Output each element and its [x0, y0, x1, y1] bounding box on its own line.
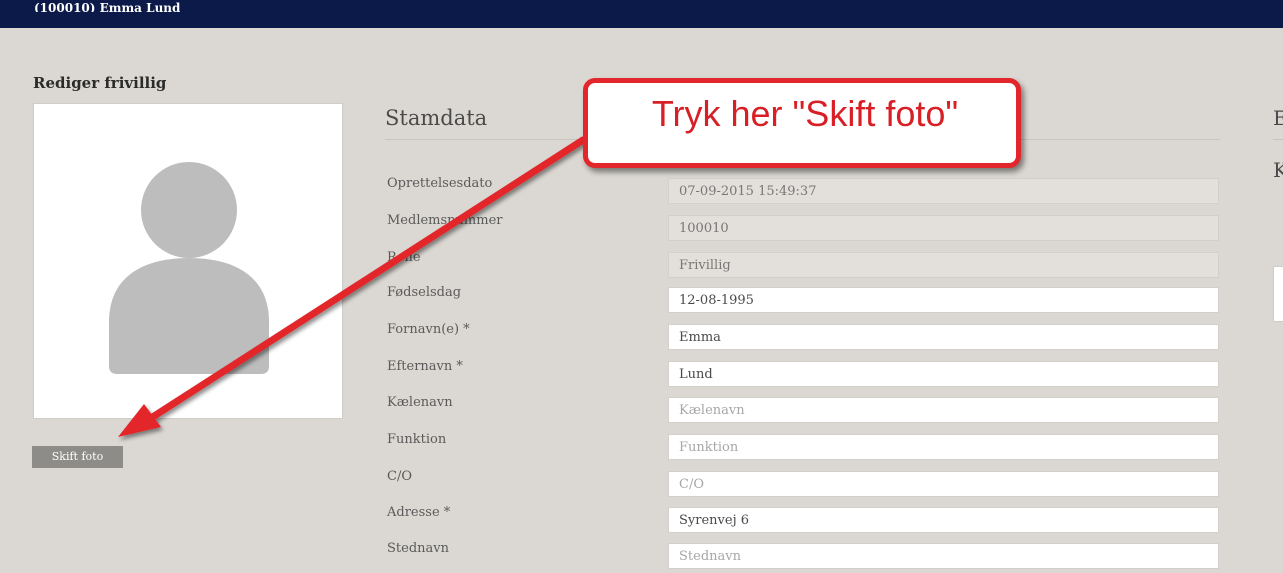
form-row-efternavn: Efternavn * — [0, 359, 1283, 391]
form-row-rolle: Rolle — [0, 250, 1283, 282]
right-column-heading: E — [1273, 106, 1283, 130]
header-title: (100010) Emma Lund — [34, 2, 181, 12]
top-header-bar: (100010) Emma Lund — [0, 0, 1283, 28]
field-label: Adresse * — [387, 505, 451, 520]
form-row-medlemsnummer: Medlemsnummer — [0, 213, 1283, 245]
field-label: Kælenavn — [387, 395, 453, 410]
annotation-callout: Tryk her "Skift foto" — [583, 78, 1021, 168]
role-field — [668, 252, 1219, 278]
field-label: Funktion — [387, 432, 447, 447]
field-label: Fødselsdag — [387, 285, 462, 300]
function-field[interactable] — [668, 434, 1219, 460]
form-row-adresse: Adresse * — [0, 505, 1283, 537]
right-column-field[interactable] — [1273, 266, 1283, 322]
form-row-oprettelsesdato: Oprettelsesdato — [0, 176, 1283, 208]
first-name-field[interactable] — [668, 324, 1219, 350]
nickname-field[interactable] — [668, 397, 1219, 423]
field-label: Rolle — [387, 250, 421, 265]
created-date-field — [668, 178, 1219, 204]
member-number-field — [668, 215, 1219, 241]
field-label: C/O — [387, 469, 412, 484]
field-label: Stednavn — [387, 541, 449, 556]
place-name-field[interactable] — [668, 543, 1219, 569]
section-title-stamdata: Stamdata — [385, 106, 488, 130]
co-field[interactable] — [668, 471, 1219, 497]
right-column-divider — [1273, 139, 1283, 140]
form-row-stednavn: Stednavn — [0, 541, 1283, 573]
page-title: Rediger frivillig — [33, 74, 167, 92]
field-label: Efternavn * — [387, 359, 463, 374]
callout-text: Tryk her "Skift foto" — [651, 93, 959, 134]
birthday-field[interactable] — [668, 287, 1219, 313]
form-row-kaelenavn: Kælenavn — [0, 395, 1283, 427]
form-row-co: C/O — [0, 469, 1283, 501]
field-label: Medlemsnummer — [387, 213, 503, 228]
field-label: Fornavn(e) * — [387, 322, 470, 337]
form-row-fornavn: Fornavn(e) * — [0, 322, 1283, 354]
field-label: Oprettelsesdato — [387, 176, 493, 191]
address-field[interactable] — [668, 507, 1219, 533]
last-name-field[interactable] — [668, 361, 1219, 387]
form-row-funktion: Funktion — [0, 432, 1283, 464]
form-row-fodselsdag: Fødselsdag — [0, 285, 1283, 317]
right-column-subheading: K — [1273, 158, 1283, 182]
